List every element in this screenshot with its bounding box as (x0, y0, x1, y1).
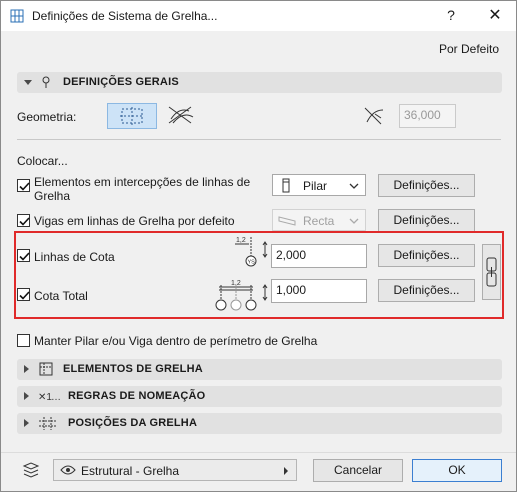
layer-value: Estrutural - Grelha (81, 464, 180, 478)
place-beams-label: Vigas em linhas de Grelha por defeito (34, 214, 235, 228)
grid-system-settings-dialog: Definições de Sistema de Grelha... ? ✕ P… (0, 0, 517, 492)
element-type-value: Pilar (303, 179, 328, 193)
help-button[interactable]: ? (441, 7, 461, 25)
place-elements-label: Elementos em intercepções de linhas de G… (34, 175, 251, 203)
collapsed-triangle-icon (24, 392, 29, 400)
grid-tool-icon (9, 8, 25, 24)
layers-icon (22, 462, 40, 481)
total-dimension-icon: 1,2 (213, 277, 269, 314)
section-label: REGRAS DE NOMEAÇÃO (68, 390, 206, 402)
checkmark-icon (19, 252, 30, 261)
dimension-line-icon: 1,2 YS (233, 234, 269, 271)
svg-text:…: … (51, 392, 61, 403)
orthogonal-grid-icon (120, 107, 144, 125)
beam-type-value: Recta (303, 214, 335, 228)
checkmark-icon (19, 182, 30, 191)
ok-button[interactable]: OK (412, 459, 502, 482)
chain-link-icon (486, 257, 497, 287)
place-label: Colocar... (17, 154, 68, 168)
dimension-lines-checkbox[interactable] (17, 249, 30, 262)
title-bar: Definições de Sistema de Grelha... ? ✕ (1, 1, 516, 31)
beam-icon (278, 214, 296, 229)
section-label: POSIÇÕES DA GRELHA (68, 417, 198, 429)
angle-field[interactable]: 36,000 (399, 104, 456, 128)
collapsed-triangle-icon (24, 419, 29, 427)
total-dimension-settings-button[interactable]: Definições... (378, 279, 475, 302)
total-dimension-label: Cota Total (34, 289, 88, 303)
chevron-down-icon (349, 215, 359, 229)
place-elements-checkbox[interactable] (17, 179, 30, 192)
place-beams-checkbox[interactable] (17, 214, 30, 227)
section-label: DEFINIÇÕES GERAIS (63, 76, 179, 88)
link-values-button[interactable] (482, 244, 501, 300)
keep-within-perimeter-checkbox[interactable] (17, 334, 30, 347)
keep-within-perimeter-label: Manter Pilar e/ou Viga dentro de perímet… (34, 334, 318, 348)
footer-divider (1, 452, 516, 453)
expand-triangle-icon (24, 80, 32, 85)
cancel-button[interactable]: Cancelar (313, 459, 403, 482)
radial-grid-icon (168, 106, 194, 124)
element-type-select[interactable]: Pilar (272, 174, 366, 196)
divider (17, 139, 501, 140)
dimension-lines-settings-button[interactable]: Definições... (378, 244, 475, 267)
total-dimension-checkbox[interactable] (17, 288, 30, 301)
window-title: Definições de Sistema de Grelha... (32, 9, 218, 23)
elements-settings-button[interactable]: Definições... (378, 174, 475, 197)
default-link[interactable]: Por Defeito (439, 42, 499, 56)
dimension-lines-label: Linhas de Cota (34, 250, 115, 264)
grid-positions-icon (38, 416, 58, 431)
layer-select[interactable]: Estrutural - Grelha (53, 459, 297, 481)
dimension-value-text: 1,2 (236, 237, 246, 244)
section-general-settings[interactable]: DEFINIÇÕES GERAIS (17, 72, 502, 93)
section-naming-rules[interactable]: ✕1… REGRAS DE NOMEAÇÃO (17, 386, 502, 407)
section-grid-positions[interactable]: POSIÇÕES DA GRELHA (17, 413, 502, 434)
angle-icon (361, 104, 387, 131)
collapsed-triangle-icon (24, 365, 29, 373)
geometry-orthogonal-button[interactable] (107, 103, 157, 129)
eye-icon (60, 464, 76, 479)
section-label: ELEMENTOS DE GRELHA (63, 363, 203, 375)
naming-icon: ✕1… (38, 389, 62, 404)
checkmark-icon (19, 291, 30, 300)
chevron-down-icon (349, 180, 359, 194)
grid-marker-text: YS (248, 260, 256, 266)
section-grid-elements[interactable]: ELEMENTOS DE GRELHA (17, 359, 502, 380)
geometry-radial-button[interactable] (157, 103, 207, 129)
beams-settings-button[interactable]: Definições... (378, 209, 475, 232)
pin-icon (38, 75, 54, 90)
chevron-right-icon (282, 465, 290, 479)
checkmark-icon (19, 217, 30, 226)
total-dimension-field[interactable]: 1,000 (271, 279, 367, 303)
beam-type-select[interactable]: Recta (272, 209, 366, 231)
geometry-label: Geometria: (17, 110, 77, 124)
dimension-lines-field[interactable]: 2,000 (271, 244, 367, 268)
column-icon (280, 178, 292, 197)
grid-elements-icon (38, 362, 54, 377)
close-button[interactable]: ✕ (483, 5, 507, 25)
